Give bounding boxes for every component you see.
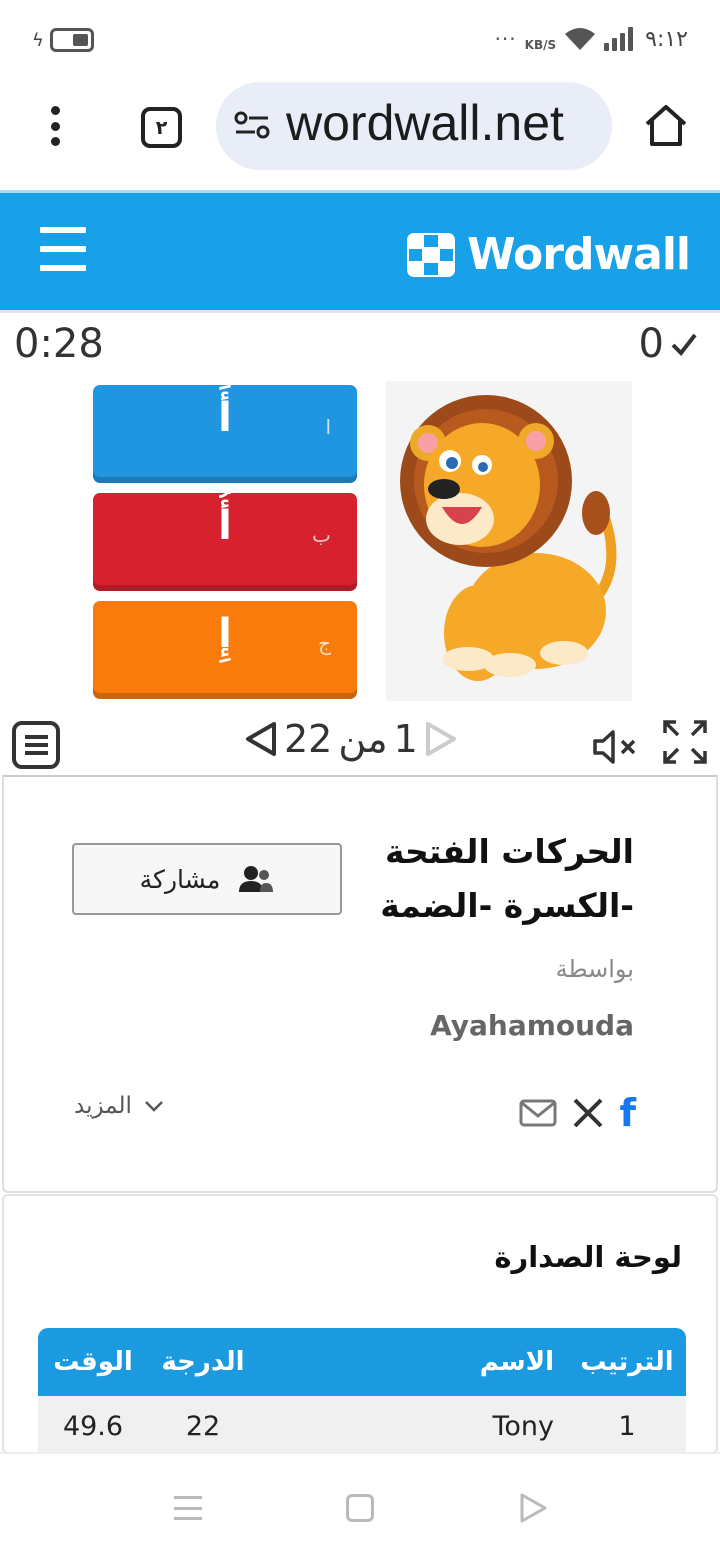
wifi-icon	[565, 28, 596, 50]
option-text: أَ	[218, 395, 232, 441]
clock: ٩:١٢	[645, 26, 688, 52]
system-nav-bar	[0, 1452, 720, 1560]
leaderboard-card: لوحة الصدارة الوقت الدرجة الاسم الترتيب …	[2, 1194, 718, 1456]
status-left: ϟ	[32, 28, 94, 52]
game-area: 0:28 0 ا أَ ب أُ ج إِ 22 من 1	[0, 310, 720, 775]
pager: 22 من 1	[244, 717, 458, 761]
question-total: 22	[284, 717, 333, 761]
leaderboard-title: لوحة الصدارة	[494, 1240, 682, 1274]
timer: 0:28	[14, 321, 104, 367]
network-speed: KB/S	[524, 38, 557, 52]
people-icon	[239, 866, 274, 892]
author-by-label: بواسطة	[555, 955, 634, 983]
url-text: wordwall.net	[286, 95, 564, 151]
charging-icon: ϟ	[32, 29, 44, 51]
site-header: Wordwall	[0, 190, 720, 310]
column-time: الوقت	[38, 1328, 148, 1396]
game-controls: 22 من 1	[0, 709, 720, 775]
more-label: المزيد	[74, 1093, 132, 1119]
leaderboard-header-row: الوقت الدرجة الاسم الترتيب	[38, 1328, 686, 1396]
activity-title: الحركات الفتحة -الكسرة -الضمة	[380, 832, 634, 925]
email-icon[interactable]	[519, 1098, 557, 1128]
more-toggle[interactable]: المزيد	[74, 1093, 164, 1119]
column-name: الاسم	[258, 1328, 568, 1396]
back-icon[interactable]	[518, 1492, 548, 1524]
wordwall-logo[interactable]: Wordwall	[407, 229, 691, 280]
nav-home-icon[interactable]	[346, 1494, 374, 1522]
score-value: 0	[638, 321, 664, 367]
table-row: 49.6 22 Tony 1	[38, 1396, 686, 1456]
share-label: مشاركة	[139, 864, 221, 894]
site-settings-icon[interactable]	[234, 110, 270, 140]
kebab-menu-icon[interactable]	[40, 106, 70, 146]
more-indicator: ···	[494, 27, 517, 51]
logo-text: Wordwall	[467, 229, 691, 280]
address-bar[interactable]: wordwall.net	[216, 82, 612, 170]
lion-illustration	[386, 381, 632, 701]
option-letter: ا	[325, 415, 331, 439]
option-text: إِ	[218, 611, 232, 657]
hamburger-menu-icon[interactable]	[40, 227, 86, 271]
author-name[interactable]: Ayahamouda	[430, 1009, 634, 1042]
share-button[interactable]: مشاركة	[72, 843, 342, 915]
question-current: 1	[393, 717, 418, 761]
column-rank: الترتيب	[568, 1328, 686, 1396]
question-separator: من	[338, 717, 388, 761]
option-letter: ج	[318, 631, 331, 655]
row-score: 22	[148, 1396, 258, 1456]
facebook-icon[interactable]: f	[619, 1094, 636, 1132]
score-counter: 0	[639, 321, 698, 367]
row-name: Tony	[258, 1396, 568, 1456]
recent-apps-icon[interactable]	[174, 1496, 202, 1520]
battery-icon	[49, 28, 94, 52]
check-icon	[671, 333, 697, 357]
next-question-icon[interactable]	[424, 720, 458, 758]
fullscreen-icon[interactable]	[662, 719, 708, 765]
answer-option-a[interactable]: ا أَ	[93, 385, 357, 483]
row-time: 49.6	[38, 1396, 148, 1456]
option-letter: ب	[312, 523, 331, 547]
activity-info-card: الحركات الفتحة -الكسرة -الضمة مشاركة بوا…	[2, 775, 718, 1193]
answer-option-b[interactable]: ب أُ	[93, 493, 357, 591]
status-right: ··· KB/S ٩:١٢	[494, 26, 688, 53]
row-rank: 1	[568, 1396, 686, 1456]
browser-toolbar: ٢ wordwall.net	[0, 80, 720, 190]
chevron-down-icon	[144, 1101, 163, 1112]
question-list-icon[interactable]	[12, 721, 60, 769]
status-bar: ϟ ··· KB/S ٩:١٢	[0, 0, 720, 80]
leaderboard-table: الوقت الدرجة الاسم الترتيب 49.6 22 Tony …	[38, 1328, 686, 1456]
answer-option-c[interactable]: ج إِ	[93, 601, 357, 699]
prev-question-icon[interactable]	[244, 720, 278, 758]
x-icon[interactable]	[573, 1098, 603, 1128]
option-text: أُ	[218, 503, 232, 549]
column-score: الدرجة	[148, 1328, 258, 1396]
tab-switcher-button[interactable]: ٢	[141, 107, 182, 148]
social-share-icons: f	[519, 1094, 636, 1132]
signal-icon	[604, 27, 634, 51]
wordwall-logo-icon	[407, 232, 456, 277]
mute-icon[interactable]	[592, 727, 638, 767]
home-icon[interactable]	[642, 102, 690, 150]
